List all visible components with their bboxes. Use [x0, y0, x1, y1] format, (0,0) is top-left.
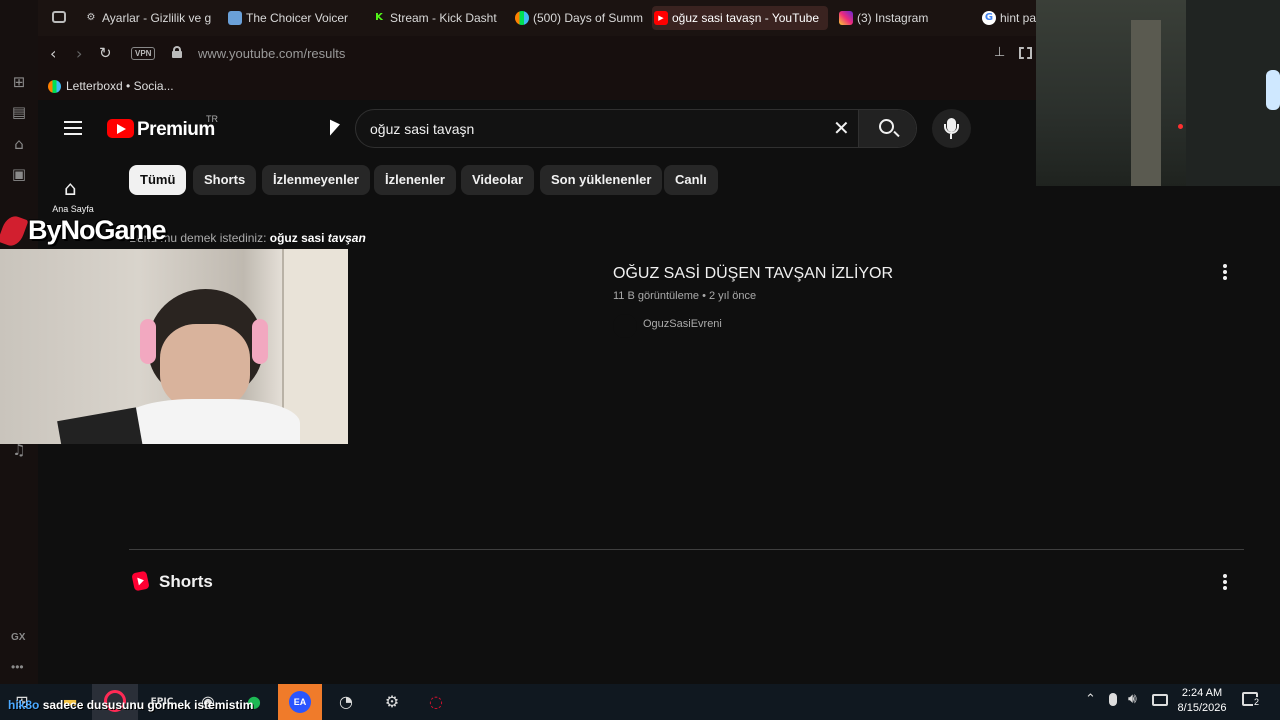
chip-unwatched[interactable]: İzlenmeyenler [262, 165, 370, 195]
chip-live[interactable]: Canlı [664, 165, 718, 195]
tab-label: (500) Days of Summ [533, 11, 643, 25]
clock-date: 8/15/2026 [1177, 702, 1227, 714]
reload-icon[interactable]: ↻ [99, 44, 112, 62]
lock-icon[interactable] [172, 46, 182, 58]
gx-corner-icon[interactable]: ⌂ [9, 134, 29, 154]
ea-app-taskbar[interactable]: EA [278, 684, 322, 720]
volume-icon[interactable]: 🔊︎ [1128, 691, 1137, 707]
pin-icon[interactable]: ⊥ [994, 45, 1005, 60]
channel-name[interactable]: OguzSasiEvreni [643, 318, 722, 330]
chip-shorts[interactable]: Shorts [193, 165, 257, 195]
show-hidden-icons[interactable]: ⌃ [1085, 692, 1096, 707]
tab-kick[interactable]: K Stream - Kick Dasht [370, 6, 500, 30]
gx-control-icon[interactable]: ▤ [9, 102, 29, 122]
address-bar: ‹ › ↻ VPN www.youtube.com/results ⊥ [38, 36, 1038, 72]
url-field[interactable]: www.youtube.com/results [198, 46, 345, 61]
microphone-tray-icon[interactable] [1109, 693, 1117, 706]
tab-settings[interactable]: ⚙ Ayarlar - Gizlilik ve g [82, 6, 212, 30]
obs-icon[interactable]: ◔ [334, 690, 358, 714]
tab-label: oğuz sasi tavaşn - YouTube [672, 11, 819, 25]
tab-youtube[interactable]: ▶ oğuz sasi tavaşn - YouTube [652, 6, 828, 30]
tab-letterboxd[interactable]: (500) Days of Summ [513, 6, 643, 30]
streamer-logo: ByNoGame [0, 212, 167, 249]
settings-icon[interactable]: ⚙ [380, 690, 404, 714]
tab-choicer-voicer[interactable]: The Choicer Voicer [226, 6, 356, 30]
clock[interactable]: 2:24 AM 8/15/2026 [1172, 686, 1232, 716]
vpn-badge[interactable]: VPN [131, 47, 156, 60]
search-input[interactable] [370, 115, 830, 142]
logo-text: Premium [137, 119, 215, 140]
hamburger-menu-icon[interactable] [64, 121, 82, 135]
back-icon[interactable]: ‹ [50, 44, 56, 63]
speed-dial-icon[interactable]: ⊞ [9, 72, 29, 92]
section-divider [129, 549, 1244, 550]
kick-icon: K [375, 12, 383, 23]
video-title[interactable]: OĞUZ SASİ DÜŞEN TAVŞAN İZLİYOR [613, 265, 893, 283]
ea-icon: EA [289, 691, 311, 713]
twitch-icon[interactable]: ▣ [9, 164, 29, 184]
bookmarks-bar: Letterboxd • Socia... [38, 72, 1038, 100]
feather-icon [0, 213, 29, 249]
camera-overlay-topright [1036, 0, 1280, 186]
tab-label: The Choicer Voicer [246, 11, 349, 25]
gear-icon: ⚙ [86, 12, 96, 23]
letterboxd-icon [515, 11, 529, 25]
tab-instagram[interactable]: (3) Instagram [837, 6, 967, 30]
tab-label: (3) Instagram [857, 11, 929, 25]
video-meta: 11 B görüntüleme • 2 yıl önce [613, 290, 757, 302]
youtube-play-icon [107, 119, 134, 138]
webcam-overlay [0, 249, 348, 444]
chip-all[interactable]: Tümü [129, 165, 187, 195]
clock-time: 2:24 AM [1181, 687, 1223, 699]
bookmark-label: Letterboxd • Socia... [66, 79, 174, 93]
snapshot-icon[interactable] [1019, 47, 1032, 59]
chip-videos[interactable]: Videolar [461, 165, 535, 195]
chat-overlay: hik8o sadece dususunu gormek istemistim [8, 698, 253, 712]
search-button[interactable] [858, 110, 916, 147]
chip-watched[interactable]: İzlenenler [374, 165, 456, 195]
did-you-mean-link[interactable]: oğuz sasi tavşan [270, 231, 366, 245]
tab-label: hint pa [1000, 11, 1036, 25]
tab-google[interactable]: G hint pa [980, 6, 1036, 30]
streamer-logo-text: ByNoGame [28, 215, 167, 245]
home-icon: ⌂ [64, 176, 77, 200]
chat-message: sadece dususunu gormek istemistim [42, 698, 254, 712]
search-icon [879, 119, 894, 134]
instagram-icon [839, 11, 853, 25]
network-icon[interactable] [1152, 694, 1168, 706]
clear-search-icon[interactable]: ✕ [833, 117, 850, 139]
home-nav-item[interactable]: ⌂ Ana Sayfa [48, 172, 98, 216]
youtube-icon: ▶ [654, 11, 668, 25]
google-icon: G [982, 11, 996, 25]
tab-label: Ayarlar - Gizlilik ve g [102, 11, 212, 25]
video-more-options-icon[interactable] [1222, 264, 1228, 282]
forward-icon[interactable]: › [76, 44, 82, 63]
chip-recently-uploaded[interactable]: Son yüklenenler [540, 165, 663, 195]
gx-label: GX [11, 632, 26, 643]
voice-search-button[interactable] [932, 109, 971, 148]
more-icon[interactable]: ••• [11, 660, 24, 674]
youtube-logo[interactable]: Premium TR [107, 114, 227, 144]
workspaces-icon[interactable] [52, 11, 66, 23]
bookmark-letterboxd[interactable]: Letterboxd • Socia... [48, 78, 174, 94]
shorts-more-options-icon[interactable] [1222, 574, 1228, 592]
tab-label: Stream - Kick Dasht [390, 11, 497, 25]
letterboxd-icon [48, 80, 61, 93]
shorts-heading: Shorts [159, 572, 213, 591]
notifications-icon[interactable]: 2 [1242, 692, 1261, 707]
site-icon [228, 11, 242, 25]
chat-user: hik8o [8, 698, 40, 712]
logo-region: TR [206, 114, 218, 124]
notification-count: 2 [1253, 697, 1261, 707]
opera-icon[interactable]: ◌ [424, 690, 448, 714]
channel-avatar[interactable] [613, 314, 637, 338]
